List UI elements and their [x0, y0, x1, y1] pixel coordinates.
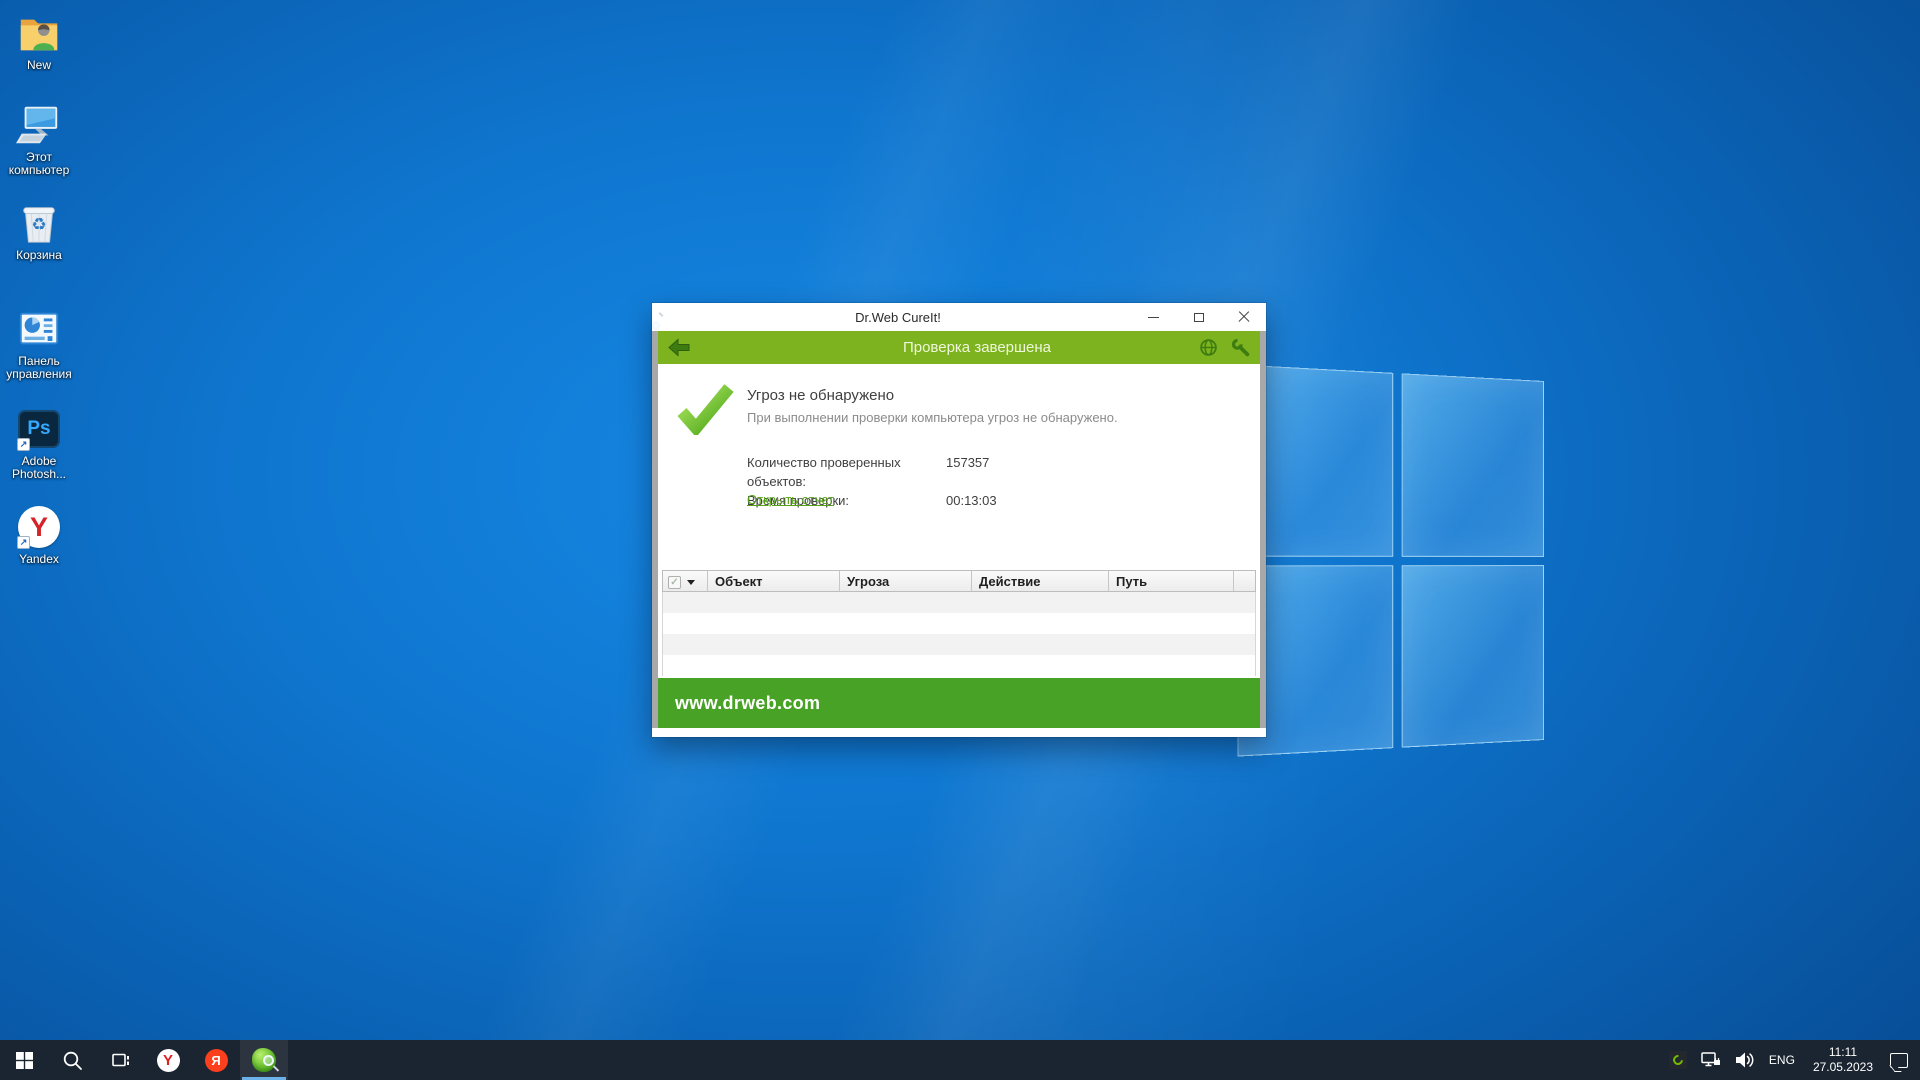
desktop-icon-label: Этот компьютер: [3, 151, 75, 177]
desktop-icon-photoshop[interactable]: Ps ↗ Adobe Photosh...: [3, 406, 75, 481]
taskbar: Y Я: [0, 1040, 1920, 1080]
search-button[interactable]: [48, 1040, 96, 1080]
maximize-icon: [1194, 313, 1204, 322]
desktop-icon-control-panel[interactable]: Панель управления: [3, 306, 75, 381]
scan-status-title: Проверка завершена: [903, 339, 1051, 356]
close-icon: [1238, 311, 1250, 323]
select-all-checkbox[interactable]: ✓: [668, 576, 681, 589]
table-row: [663, 613, 1255, 634]
column-header-path[interactable]: Путь: [1109, 571, 1234, 591]
results-table: ✓ Объект Угроза Действие Путь: [662, 570, 1256, 676]
column-header-object[interactable]: Объект: [708, 571, 840, 591]
yandex-browser-icon: Y: [157, 1049, 180, 1072]
action-center-button[interactable]: [1886, 1040, 1912, 1080]
table-row: [663, 655, 1255, 676]
stat-value: 157357: [946, 453, 989, 491]
start-button[interactable]: [0, 1040, 48, 1080]
nvidia-tray-button[interactable]: [1665, 1040, 1691, 1080]
task-view-icon: [110, 1050, 131, 1071]
stat-objects-scanned: Количество проверенных объектов: 157357: [747, 453, 997, 491]
network-icon: [1700, 1049, 1722, 1071]
window-footer: www.drweb.com: [658, 678, 1260, 728]
window-title: Dr.Web CureIt!: [652, 310, 1144, 325]
desktop-icon-new[interactable]: New: [3, 10, 75, 72]
control-panel-icon: [16, 306, 62, 352]
search-icon: [62, 1050, 83, 1071]
stat-label: Количество проверенных объектов:: [747, 453, 946, 491]
close-button[interactable]: [1221, 303, 1266, 331]
desktop-icon-label: Корзина: [3, 249, 75, 262]
select-all-cell[interactable]: ✓: [663, 571, 708, 591]
photoshop-icon: Ps ↗: [16, 406, 62, 452]
desktop-icon-label: Панель управления: [3, 355, 75, 381]
drweb-cureit-taskbar-button[interactable]: [240, 1040, 288, 1080]
back-arrow-icon: [668, 338, 690, 357]
minimize-button[interactable]: [1131, 303, 1176, 331]
scan-status-bar: Проверка завершена: [658, 331, 1260, 364]
clock-time: 11:11: [1813, 1045, 1873, 1060]
desktop-icon-label: Adobe Photosh...: [3, 455, 75, 481]
wrench-icon[interactable]: [1231, 338, 1250, 357]
results-table-header: ✓ Объект Угроза Действие Путь: [662, 570, 1256, 592]
desktop-icon-label: New: [3, 59, 75, 72]
success-checkmark-icon: [675, 383, 735, 435]
yandex-browser-button[interactable]: Y: [144, 1040, 192, 1080]
task-view-button[interactable]: [96, 1040, 144, 1080]
recycle-bin-icon: ♻: [16, 200, 62, 246]
windows-logo-pane: [1402, 373, 1544, 556]
recycle-symbol: ♻: [31, 215, 46, 235]
drweb-url[interactable]: www.drweb.com: [675, 693, 820, 714]
result-subtitle: При выполнении проверки компьютера угроз…: [747, 410, 1118, 425]
network-tray-button[interactable]: [1698, 1040, 1724, 1080]
start-icon: [16, 1052, 33, 1069]
desktop-icon-label: Yandex: [3, 553, 75, 566]
clock-date: 27.05.2023: [1813, 1060, 1873, 1075]
nvidia-icon: [1669, 1051, 1687, 1069]
windows-logo-wallpaper: [1237, 364, 1544, 756]
table-row: [663, 592, 1255, 613]
desktop-icon-recycle-bin[interactable]: ♻ Корзина: [3, 200, 75, 262]
yandex-icon: Y ↗: [16, 504, 62, 550]
chevron-down-icon[interactable]: [687, 580, 695, 585]
desktop-icon-yandex[interactable]: Y ↗ Yandex: [3, 504, 75, 566]
column-header-action[interactable]: Действие: [972, 571, 1109, 591]
table-row: [663, 634, 1255, 655]
action-center-icon: [1890, 1053, 1908, 1068]
minimize-icon: [1148, 317, 1159, 318]
results-table-body: [662, 592, 1256, 676]
user-folder-icon: [16, 10, 62, 56]
maximize-button[interactable]: [1176, 303, 1221, 331]
result-heading: Угроз не обнаружено: [747, 387, 894, 404]
shortcut-arrow-icon: ↗: [17, 438, 30, 451]
window-titlebar[interactable]: Dr.Web CureIt!: [652, 303, 1266, 331]
open-report-link[interactable]: Открыть отчет: [747, 492, 834, 507]
volume-tray-button[interactable]: [1731, 1040, 1757, 1080]
this-pc-icon: [16, 102, 62, 148]
drweb-cureit-window: Dr.Web CureIt! Проверка завершена: [652, 303, 1266, 737]
stat-value: 00:13:03: [946, 491, 997, 510]
taskbar-clock[interactable]: 11:11 27.05.2023: [1807, 1045, 1879, 1075]
windows-logo-pane: [1402, 565, 1544, 748]
back-button[interactable]: [668, 338, 690, 362]
desktop-icon-this-pc[interactable]: Этот компьютер: [3, 102, 75, 177]
shortcut-arrow-icon: ↗: [17, 536, 30, 549]
column-header-threat[interactable]: Угроза: [840, 571, 972, 591]
language-indicator[interactable]: ENG: [1764, 1053, 1800, 1067]
column-header-spacer: [1234, 571, 1255, 591]
scan-result-panel: Угроз не обнаружено При выполнении прове…: [658, 364, 1260, 570]
drweb-cureit-icon: [252, 1048, 276, 1072]
globe-icon[interactable]: [1199, 338, 1218, 357]
yandex-app-icon: Я: [205, 1049, 228, 1072]
yandex-app-button[interactable]: Я: [192, 1040, 240, 1080]
volume-icon: [1733, 1049, 1755, 1071]
